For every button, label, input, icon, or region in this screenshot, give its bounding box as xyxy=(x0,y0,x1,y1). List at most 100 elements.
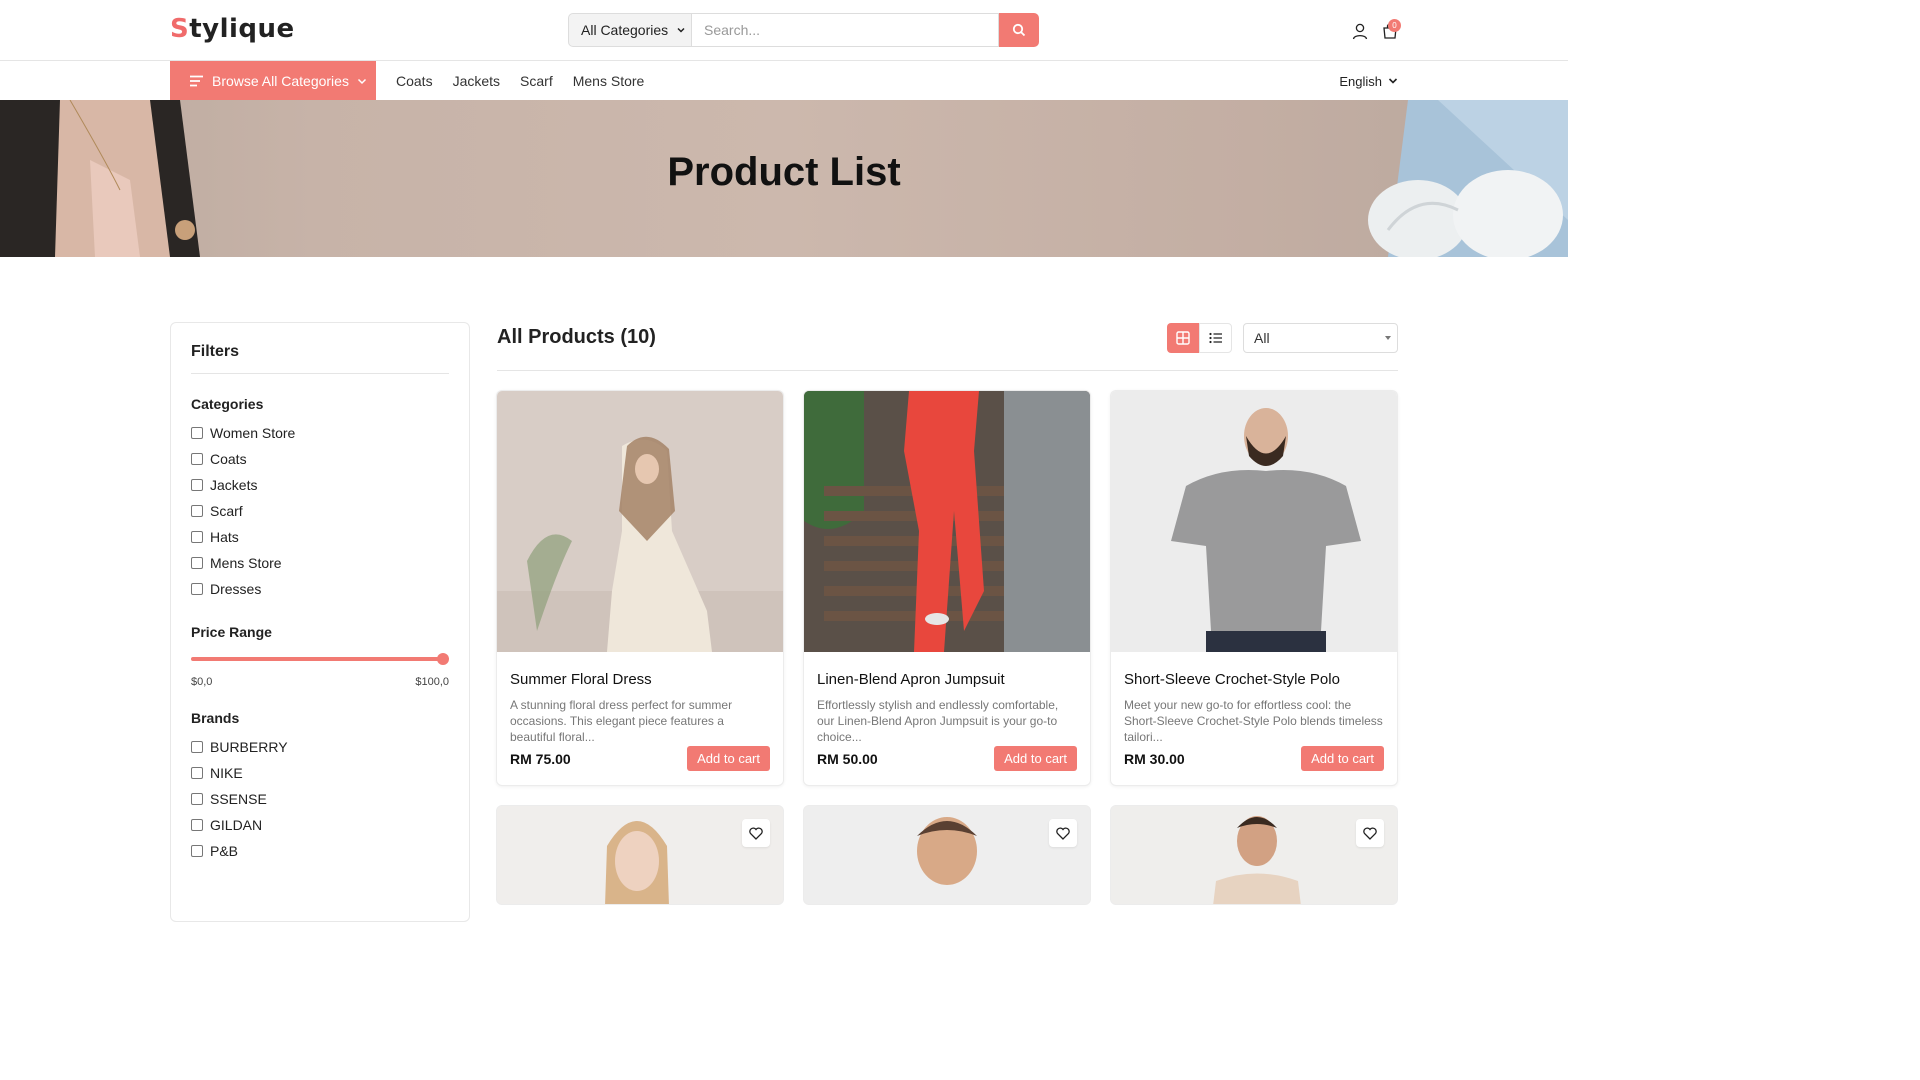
brand-filter-gildan[interactable]: GILDAN xyxy=(191,812,449,838)
browse-categories-label: Browse All Categories xyxy=(212,73,349,89)
category-filter-women-store[interactable]: Women Store xyxy=(191,420,449,446)
product-image-jumpsuit xyxy=(804,391,1090,652)
heart-icon xyxy=(749,826,763,840)
brand-label: SSENSE xyxy=(210,791,267,807)
brand-filter-ssense[interactable]: SSENSE xyxy=(191,786,449,812)
price-range-title: Price Range xyxy=(191,624,272,640)
product-card[interactable]: Linen-Blend Apron Jumpsuit Effortlessly … xyxy=(803,390,1091,786)
product-description: Meet your new go-to for effortless cool:… xyxy=(1124,698,1383,744)
language-label: English xyxy=(1339,73,1382,89)
checkbox[interactable] xyxy=(191,767,203,779)
page-title: Product List xyxy=(667,150,901,194)
product-card[interactable] xyxy=(803,805,1091,905)
category-label: Women Store xyxy=(210,425,296,441)
heart-icon xyxy=(1363,826,1377,840)
nav-links: Coats Jackets Scarf Mens Store xyxy=(396,61,644,101)
language-select[interactable]: English xyxy=(1339,61,1398,101)
category-filter-mens-store[interactable]: Mens Store xyxy=(191,550,449,576)
checkbox[interactable] xyxy=(191,583,203,595)
brand-filter-pb[interactable]: P&B xyxy=(191,838,449,864)
logo[interactable]: Stylique xyxy=(170,14,295,44)
checkbox[interactable] xyxy=(191,531,203,543)
add-to-cart-button[interactable]: Add to cart xyxy=(1301,746,1384,771)
sort-select-value: All xyxy=(1254,330,1270,346)
checkbox[interactable] xyxy=(191,741,203,753)
nav-link-mens-store[interactable]: Mens Store xyxy=(573,73,645,89)
price-max-label: $100,0 xyxy=(415,676,449,688)
brand-label: NIKE xyxy=(210,765,243,781)
category-filter-dresses[interactable]: Dresses xyxy=(191,576,449,602)
price-range-slider[interactable] xyxy=(191,650,449,668)
heart-icon xyxy=(1056,826,1070,840)
wishlist-button[interactable] xyxy=(742,819,770,847)
product-card[interactable]: Summer Floral Dress A stunning floral dr… xyxy=(496,390,784,786)
products-title: All Products (10) xyxy=(497,326,656,348)
checkbox[interactable] xyxy=(191,453,203,465)
chevron-down-icon xyxy=(677,27,685,33)
logo-text: tylique xyxy=(189,14,295,44)
grid-icon xyxy=(1176,331,1190,345)
search-icon xyxy=(1012,23,1026,37)
brand-filter-nike[interactable]: NIKE xyxy=(191,760,449,786)
category-filter-coats[interactable]: Coats xyxy=(191,446,449,472)
product-name[interactable]: Linen-Blend Apron Jumpsuit xyxy=(817,671,1077,688)
checkbox[interactable] xyxy=(191,819,203,831)
product-card[interactable] xyxy=(496,805,784,905)
nav-link-coats[interactable]: Coats xyxy=(396,73,433,89)
category-filter-hats[interactable]: Hats xyxy=(191,524,449,550)
grid-view-button[interactable] xyxy=(1167,323,1199,353)
price-range-handle[interactable] xyxy=(437,653,449,665)
product-image-woman xyxy=(497,806,783,904)
price-range-track xyxy=(191,657,443,661)
search-input[interactable] xyxy=(692,13,999,47)
filters-title: Filters xyxy=(191,343,449,374)
product-name[interactable]: Summer Floral Dress xyxy=(510,671,770,688)
checkbox[interactable] xyxy=(191,845,203,857)
product-image-dress xyxy=(497,391,783,652)
divider xyxy=(497,370,1398,371)
checkbox[interactable] xyxy=(191,505,203,517)
product-card[interactable]: Short-Sleeve Crochet-Style Polo Meet you… xyxy=(1110,390,1398,786)
checkbox[interactable] xyxy=(191,793,203,805)
product-price: RM 30.00 xyxy=(1124,750,1185,767)
list-view-button[interactable] xyxy=(1199,323,1232,353)
list-icon xyxy=(1208,332,1222,344)
checkbox[interactable] xyxy=(191,479,203,491)
page-banner: Product List xyxy=(0,100,1568,257)
nav-link-jackets[interactable]: Jackets xyxy=(453,73,500,89)
site-header: Stylique All Categories 0 xyxy=(0,0,1568,61)
wishlist-button[interactable] xyxy=(1049,819,1077,847)
category-filter-jackets[interactable]: Jackets xyxy=(191,472,449,498)
logo-first-letter: S xyxy=(170,14,190,44)
add-to-cart-button[interactable]: Add to cart xyxy=(687,746,770,771)
category-filter-scarf[interactable]: Scarf xyxy=(191,498,449,524)
product-name[interactable]: Short-Sleeve Crochet-Style Polo xyxy=(1124,671,1384,688)
product-image-man xyxy=(804,806,1090,904)
caret-down-icon xyxy=(1385,336,1391,340)
browse-categories-button[interactable]: Browse All Categories xyxy=(170,61,376,101)
search-button[interactable] xyxy=(999,13,1039,47)
brand-label: BURBERRY xyxy=(210,739,288,755)
checkbox[interactable] xyxy=(191,427,203,439)
product-card[interactable] xyxy=(1110,805,1398,905)
brand-filter-burberry[interactable]: BURBERRY xyxy=(191,734,449,760)
user-icon[interactable] xyxy=(1351,22,1369,40)
sort-select[interactable]: All xyxy=(1243,323,1398,353)
categories-title: Categories xyxy=(191,396,264,412)
search-bar: All Categories xyxy=(568,13,1039,47)
chevron-down-icon xyxy=(1388,78,1398,84)
checkbox[interactable] xyxy=(191,557,203,569)
product-price: RM 50.00 xyxy=(817,750,878,767)
nav-link-scarf[interactable]: Scarf xyxy=(520,73,553,89)
add-to-cart-button[interactable]: Add to cart xyxy=(994,746,1077,771)
category-label: Hats xyxy=(210,529,239,545)
category-label: Dresses xyxy=(210,581,262,597)
price-range-labels: $0,0 $100,0 xyxy=(191,676,449,688)
menu-icon xyxy=(190,75,203,87)
category-select[interactable]: All Categories xyxy=(568,13,692,47)
product-description: Effortlessly stylish and endlessly comfo… xyxy=(817,698,1059,744)
category-label: Scarf xyxy=(210,503,243,519)
wishlist-button[interactable] xyxy=(1356,819,1384,847)
category-label: Jackets xyxy=(210,477,258,493)
chevron-down-icon xyxy=(357,78,366,85)
